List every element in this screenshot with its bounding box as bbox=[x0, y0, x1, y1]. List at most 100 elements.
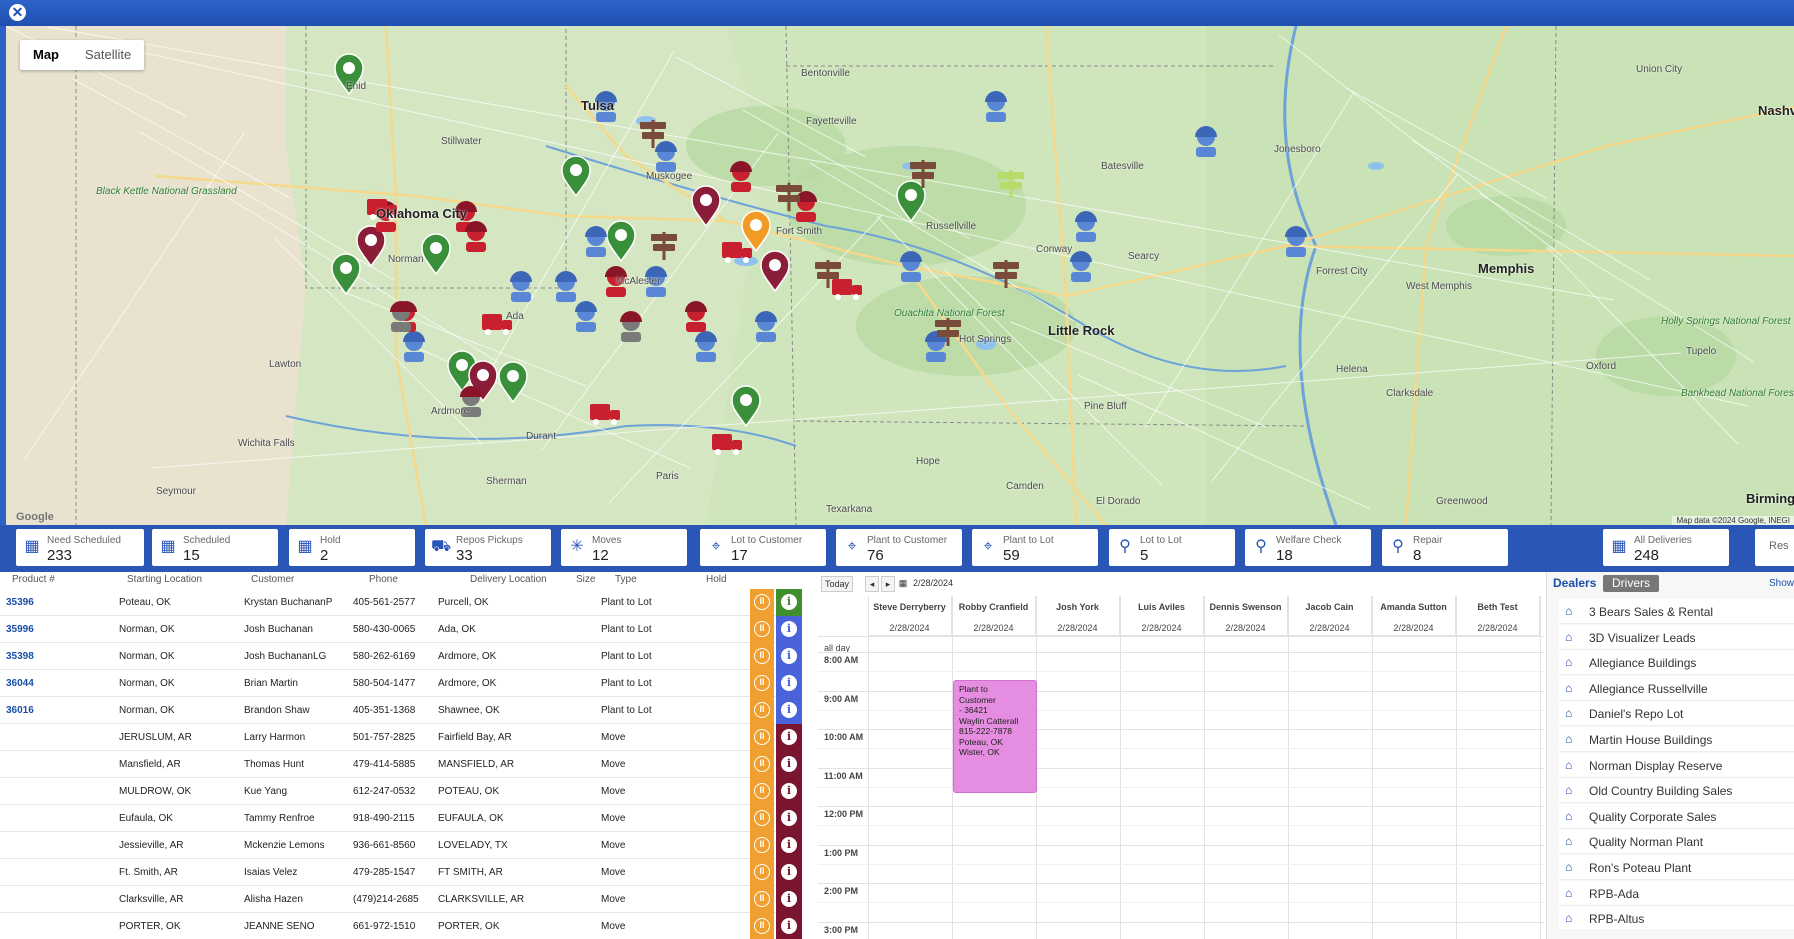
table-row[interactable]: 35996 Norman, OK Josh Buchanan 580-430-0065… bbox=[0, 616, 802, 643]
hold-button[interactable]: II bbox=[750, 751, 774, 778]
info-button[interactable]: i bbox=[776, 643, 802, 670]
cell-product[interactable]: 36044 bbox=[6, 678, 34, 689]
map-type-satellite-button[interactable]: Satellite bbox=[72, 40, 144, 70]
dealer-item[interactable]: ⌂ 3 Bears Sales & Rental bbox=[1559, 599, 1794, 624]
info-button[interactable]: i bbox=[776, 670, 802, 697]
pause-icon: II bbox=[754, 891, 770, 907]
stat-moves[interactable]: ✳ Moves 12 bbox=[561, 529, 687, 566]
next-day-button[interactable]: ▸ bbox=[881, 576, 895, 592]
hold-button[interactable]: II bbox=[750, 832, 774, 859]
table-row[interactable]: Eufaula, OK Tammy Renfroe 918-490-2115 EUFA… bbox=[0, 805, 802, 832]
dealer-item[interactable]: ⌂ Martin House Buildings bbox=[1559, 727, 1794, 752]
prev-day-button[interactable]: ◂ bbox=[865, 576, 879, 592]
cell-product[interactable]: 36016 bbox=[6, 705, 34, 716]
stat-plant-to-lot[interactable]: ⌖ Plant to Lot 59 bbox=[972, 529, 1098, 566]
dealer-item[interactable]: ⌂ Allegiance Russellville bbox=[1559, 675, 1794, 701]
map-attribution[interactable]: Map data ©2024 Google, INEGI bbox=[1672, 516, 1794, 525]
col-customer[interactable]: Customer bbox=[251, 574, 294, 585]
col-product[interactable]: Product # bbox=[12, 574, 55, 585]
dealer-item[interactable]: ⌂ Quality Corporate Sales bbox=[1559, 803, 1794, 829]
dealer-item[interactable]: ⌂ RPB-Altus bbox=[1559, 906, 1794, 932]
cell-product[interactable]: 35396 bbox=[6, 597, 34, 608]
repo-worker-icon-body bbox=[606, 287, 626, 297]
calendar-picker-icon[interactable]: ▦ bbox=[897, 576, 909, 592]
info-button[interactable]: i bbox=[776, 778, 802, 805]
driver-name: Steve Derryberry bbox=[873, 602, 946, 612]
stat-label: Plant to Customer bbox=[867, 535, 948, 546]
info-button[interactable]: i bbox=[776, 616, 802, 643]
hold-button[interactable]: II bbox=[750, 859, 774, 886]
hold-button[interactable]: II bbox=[750, 724, 774, 751]
info-button[interactable]: i bbox=[776, 805, 802, 832]
table-row[interactable]: Clarksville, AR Alisha Hazen (479)214-2685… bbox=[0, 886, 802, 913]
table-row[interactable]: Jessieville, AR Mckenzie Lemons 936-661-85… bbox=[0, 832, 802, 859]
hold-button[interactable]: II bbox=[750, 643, 774, 670]
info-button[interactable]: i bbox=[776, 859, 802, 886]
table-row[interactable]: 36044 Norman, OK Brian Martin 580-504-1477 A… bbox=[0, 670, 802, 697]
map-label-hope: Hope bbox=[916, 456, 940, 467]
show-link[interactable]: Show bbox=[1769, 578, 1794, 589]
dealer-item[interactable]: ⌂ Quality Norman Plant bbox=[1559, 829, 1794, 855]
map-type-map-button[interactable]: Map bbox=[20, 40, 72, 70]
bank-icon: ⌂ bbox=[1565, 655, 1573, 670]
stat-repair[interactable]: ⚲ Repair 8 bbox=[1382, 529, 1508, 566]
stat-lot-to-customer[interactable]: ⌖ Lot to Customer 17 bbox=[700, 529, 826, 566]
calendar-grid[interactable]: all day Steve Derryberry 2/28/2024 Robby C… bbox=[818, 596, 1544, 939]
tab-dealers[interactable]: Dealers bbox=[1553, 575, 1596, 592]
cell-product[interactable]: 35398 bbox=[6, 651, 34, 662]
hold-button[interactable]: II bbox=[750, 913, 774, 939]
hold-button[interactable]: II bbox=[750, 886, 774, 913]
stat-welfare-check[interactable]: ⚲ Welfare Check 18 bbox=[1245, 529, 1371, 566]
stat-all-deliveries[interactable]: ▦ All Deliveries 248 bbox=[1603, 529, 1729, 566]
hold-button[interactable]: II bbox=[750, 778, 774, 805]
table-row[interactable]: 35396 Poteau, OK Krystan BuchananP 405-561-… bbox=[0, 589, 802, 616]
dealer-item[interactable]: ⌂ Old Country Building Sales bbox=[1559, 778, 1794, 804]
table-row[interactable]: JERUSLUM, AR Larry Harmon 501-757-2825 Fair… bbox=[0, 724, 802, 751]
close-icon[interactable]: ✕ bbox=[9, 4, 26, 21]
hold-button[interactable]: II bbox=[750, 697, 774, 724]
info-button[interactable]: i bbox=[776, 751, 802, 778]
col-type[interactable]: Type bbox=[615, 574, 637, 585]
stat-lot-to-lot[interactable]: ⚲ Lot to Lot 5 bbox=[1109, 529, 1235, 566]
dealer-item[interactable]: ⌂ Norman Display Reserve bbox=[1559, 752, 1794, 778]
col-size[interactable]: Size bbox=[576, 574, 595, 585]
stat-hold[interactable]: ▦ Hold 2 bbox=[289, 529, 415, 566]
stat-scheduled[interactable]: ▦ Scheduled 15 bbox=[152, 529, 278, 566]
table-row[interactable]: Ft. Smith, AR Isaias Velez 479-285-1547 FT … bbox=[0, 859, 802, 886]
col-start[interactable]: Starting Location bbox=[127, 574, 202, 585]
hold-button[interactable]: II bbox=[750, 589, 774, 616]
cell-product[interactable]: 35996 bbox=[6, 624, 34, 635]
table-row[interactable]: MULDROW, OK Kue Yang 612-247-0532 POTEAU, O… bbox=[0, 778, 802, 805]
info-button[interactable]: i bbox=[776, 832, 802, 859]
dealer-item[interactable]: ⌂ 3D Visualizer Leads bbox=[1559, 624, 1794, 650]
map-type-control[interactable]: Map Satellite bbox=[20, 40, 145, 70]
table-row[interactable]: 36016 Norman, OK Brandon Shaw 405-351-1368 S… bbox=[0, 697, 802, 724]
table-row[interactable]: 35398 Norman, OK Josh BuchananLG 580-262-61… bbox=[0, 643, 802, 670]
tab-drivers[interactable]: Drivers bbox=[1603, 575, 1659, 592]
info-button[interactable]: i bbox=[776, 697, 802, 724]
stat-plant-to-customer[interactable]: ⌖ Plant to Customer 76 bbox=[836, 529, 962, 566]
hold-button[interactable]: II bbox=[750, 616, 774, 643]
dealer-item[interactable]: ⌂ Daniel's Repo Lot bbox=[1559, 701, 1794, 727]
info-button[interactable]: i bbox=[776, 886, 802, 913]
calendar-event[interactable]: Plant to Customer - 36421 Waylin Catterall 8… bbox=[953, 680, 1037, 793]
stat-repos-pickups[interactable]: ⛟ Repos Pickups 33 bbox=[425, 529, 551, 566]
table-row[interactable]: PORTER, OK JEANNE SENO 661-972-1510 PORTER,… bbox=[0, 913, 802, 939]
reset-button[interactable]: Res bbox=[1755, 529, 1794, 566]
info-button[interactable]: i bbox=[776, 589, 802, 616]
dealer-item[interactable]: ⌂ Ron's Poteau Plant bbox=[1559, 855, 1794, 880]
table-row[interactable]: Mansfield, AR Thomas Hunt 479-414-5885 MANS… bbox=[0, 751, 802, 778]
col-hold[interactable]: Hold bbox=[706, 574, 727, 585]
dealer-item[interactable]: ⌂ Allegiance Buildings bbox=[1559, 650, 1794, 676]
dealer-item[interactable]: ⌂ RPB-Ada bbox=[1559, 880, 1794, 906]
info-button[interactable]: i bbox=[776, 724, 802, 751]
map-view[interactable]: Map Satellite Tulsa Oklahoma City Memphis L… bbox=[0, 26, 1794, 525]
stat-need-scheduled[interactable]: ▦ Need Scheduled 233 bbox=[16, 529, 144, 566]
hold-button[interactable]: II bbox=[750, 805, 774, 832]
info-button[interactable]: i bbox=[776, 913, 802, 939]
hold-button[interactable]: II bbox=[750, 670, 774, 697]
today-button[interactable]: Today bbox=[821, 576, 853, 592]
signpost-icon-board bbox=[817, 272, 839, 279]
col-phone[interactable]: Phone bbox=[369, 574, 398, 585]
col-delivery[interactable]: Delivery Location bbox=[470, 574, 547, 585]
